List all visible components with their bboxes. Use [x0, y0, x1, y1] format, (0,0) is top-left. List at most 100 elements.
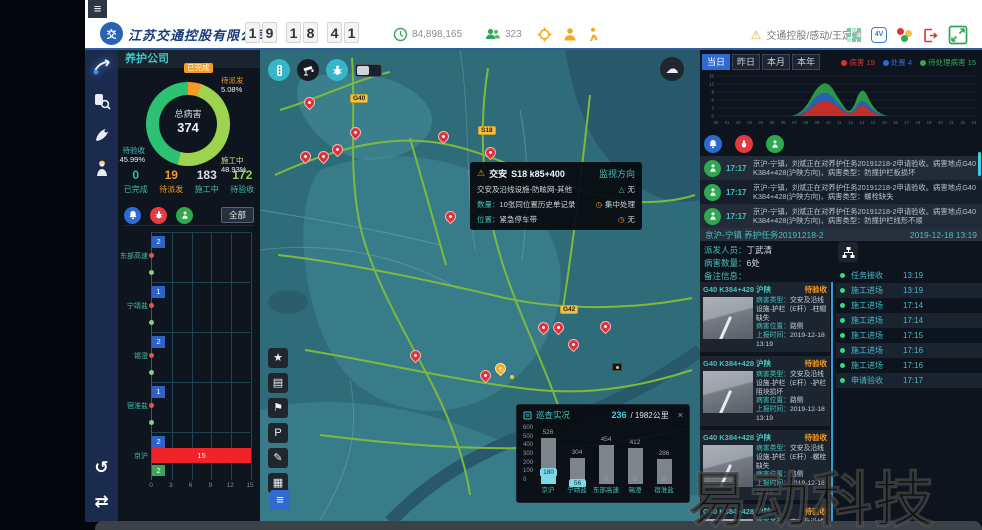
timeline-row[interactable]: 施工进场17:16 [836, 343, 982, 358]
event-item[interactable]: 17:17京沪-宁镇，刘斌正在对养护任务20191218-2申请验收。病害地点G… [700, 204, 982, 228]
disease-tooltip: ⚠ 交安 S18 k85+400 监视方向 交安及沿线设施-防眩网-其他 △无 … [470, 162, 642, 230]
clock-icon: ◷ [618, 215, 625, 224]
patrol-bar-京沪[interactable] [541, 438, 556, 484]
disease-photo[interactable] [703, 445, 753, 487]
alert-filter-button[interactable] [124, 207, 141, 224]
task-title: 京沪-宁镇 养护任务20191218-2 [705, 229, 824, 241]
event-item[interactable]: 17:17京沪-宁镇，刘斌正在对养护任务20191218-2申请验收。病害地点G… [700, 156, 982, 180]
map-menu-button[interactable]: ≡ [270, 490, 290, 510]
traffic-light-button[interactable] [268, 59, 290, 81]
worker-filter-button[interactable] [176, 207, 193, 224]
disease-photo[interactable] [703, 371, 753, 413]
road-shield-G40[interactable]: G40 [350, 94, 368, 103]
disease-button[interactable] [326, 59, 348, 81]
person-icon [563, 27, 577, 42]
traffic-light-icon [273, 64, 286, 77]
bar-group-东部高速[interactable]: 东部高速2 [118, 232, 260, 284]
timeline-row[interactable]: 施工进场13:19 [836, 283, 982, 298]
sidebar-patrol-icon[interactable] [85, 118, 118, 152]
orgchart-icon[interactable] [838, 242, 858, 262]
flag-tool[interactable]: ⚑ [268, 398, 288, 418]
close-icon[interactable]: × [678, 410, 683, 420]
tab-本月[interactable]: 本月 [762, 54, 790, 70]
poi-dot [510, 375, 514, 379]
apps-grid-icon[interactable] [847, 28, 861, 42]
camera-layer-toggle[interactable] [355, 64, 382, 77]
clock-icon [393, 27, 408, 42]
tab-当日[interactable]: 当日 [702, 54, 730, 70]
warning-icon: ⚠ [751, 29, 762, 41]
worker-icon [708, 163, 718, 173]
timeline-row[interactable]: 申请验收17:17 [836, 373, 982, 388]
browser-strip [85, 0, 982, 18]
logout-icon[interactable] [923, 28, 938, 43]
hourly-area-chart: 0369121500010203040506070809101112131415… [702, 72, 980, 134]
inspector-button[interactable] [585, 24, 599, 44]
alert-icon [128, 210, 138, 220]
undo-icon[interactable]: ↺ [85, 458, 118, 478]
parking-tool[interactable]: P [268, 423, 288, 443]
svg-text:21: 21 [949, 120, 954, 125]
event-item[interactable]: 17:17京沪-宁镇，刘斌正在对养护任务20191218-2申请验收。病害地点G… [700, 180, 982, 204]
route-icon [92, 57, 112, 77]
disease-photo[interactable] [703, 297, 753, 339]
4v-badge-icon[interactable]: 4V [871, 27, 887, 43]
bar-group-宿淮盐[interactable]: 宿淮盐1 [118, 382, 260, 434]
svg-text:17: 17 [904, 120, 909, 125]
road-shield-G42[interactable]: G42 [560, 305, 578, 314]
status-dots-icon[interactable] [897, 28, 913, 42]
area-chart-legend: 病害 19处置 4待处理病害 15 [841, 57, 976, 68]
svg-text:12: 12 [709, 82, 715, 87]
timeline-row[interactable]: 施工进场17:14 [836, 298, 982, 313]
stat-已完成: 0已完成 [118, 168, 154, 195]
disease-card[interactable]: G40 K384+428 沪陕待验收病害类型：交安及沿线设施-护栏（E杆）-护栏… [700, 356, 830, 426]
swap-icon[interactable]: ⇄ [85, 492, 118, 512]
fullscreen-icon[interactable] [948, 25, 968, 45]
bug-filter-button[interactable] [150, 207, 167, 224]
road-shield-S18[interactable]: S18 [478, 126, 496, 135]
sidebar-worker-icon[interactable] [85, 152, 118, 186]
weather-button[interactable]: ☁ [660, 57, 684, 81]
bug-icon [331, 64, 344, 77]
alert-tab-button[interactable] [704, 135, 722, 153]
scrollbar-thumb[interactable] [978, 152, 981, 176]
layers-tool[interactable]: ▤ [268, 373, 288, 393]
svg-text:08: 08 [803, 120, 808, 125]
disease-card[interactable]: G40 K384+428 沪陕待验收病害类型：交安及沿线设施-护栏（E杆）-防撞… [700, 504, 830, 522]
clock-digit-group: 19 [245, 22, 277, 43]
road-sign-marker[interactable] [612, 363, 622, 371]
gear-button[interactable] [537, 24, 552, 44]
menu-toggle-button[interactable]: ≡ [88, 0, 107, 18]
all-button[interactable]: 全部 [221, 207, 254, 223]
map-canvas[interactable]: G40S18G42 ☁ ★▤⚑P✎▦ ≡ ⚠ 交安 S18 k85+400 监视… [260, 50, 700, 522]
popup-title: 巡查实况 [536, 409, 570, 421]
bar-group-宁靖盐[interactable]: 宁靖盐1 [118, 282, 260, 334]
timeline-row[interactable]: 任务接收13:19 [836, 268, 982, 283]
bug-tab-button[interactable] [735, 135, 753, 153]
sidebar-survey-icon[interactable] [85, 84, 118, 118]
timeline-row[interactable]: 施工进场17:16 [836, 358, 982, 373]
user-info[interactable]: ⚠ 交通控股/感动/王定国 [751, 27, 862, 42]
tab-昨日[interactable]: 昨日 [732, 54, 760, 70]
disease-card[interactable]: G40 K384+428 沪陕待验收病害类型：交安及沿线设施-护栏（E杆）-螺栓… [700, 430, 830, 500]
svg-text:15: 15 [882, 120, 887, 125]
bar-group-锡澄[interactable]: 锡澄2 [118, 332, 260, 384]
disease-card[interactable]: G40 K384+428 沪陕待验收病害类型：交安及沿线设施-护栏（E杆）-柱帽… [700, 282, 830, 352]
svg-text:6: 6 [711, 98, 714, 103]
sidebar-route-icon[interactable] [85, 50, 118, 84]
people-icon [485, 27, 501, 41]
bottom-taskbar[interactable] [95, 521, 982, 530]
company-bar-chart[interactable]: 03691215东部高速2宁靖盐1锡澄2宿淮盐1京沪2152 [118, 232, 260, 494]
dashboard-root: ≡ 交 江苏交通控股有限公司 191841 84,898,165 323 ⚠ 交… [0, 0, 982, 530]
donut-label-done: 已完成 [184, 63, 213, 73]
draw-tool[interactable]: ✎ [268, 448, 288, 468]
user-button[interactable] [563, 24, 577, 44]
timeline-row[interactable]: 施工进场17:14 [836, 313, 982, 328]
star-tool[interactable]: ★ [268, 348, 288, 368]
timeline-row[interactable]: 施工进场17:15 [836, 328, 982, 343]
cctv-icon [302, 64, 315, 77]
cctv-button[interactable] [297, 59, 319, 81]
bar-group-京沪[interactable]: 京沪2152 [118, 432, 260, 484]
tab-本年[interactable]: 本年 [792, 54, 820, 70]
worker-tab-button[interactable] [766, 135, 784, 153]
